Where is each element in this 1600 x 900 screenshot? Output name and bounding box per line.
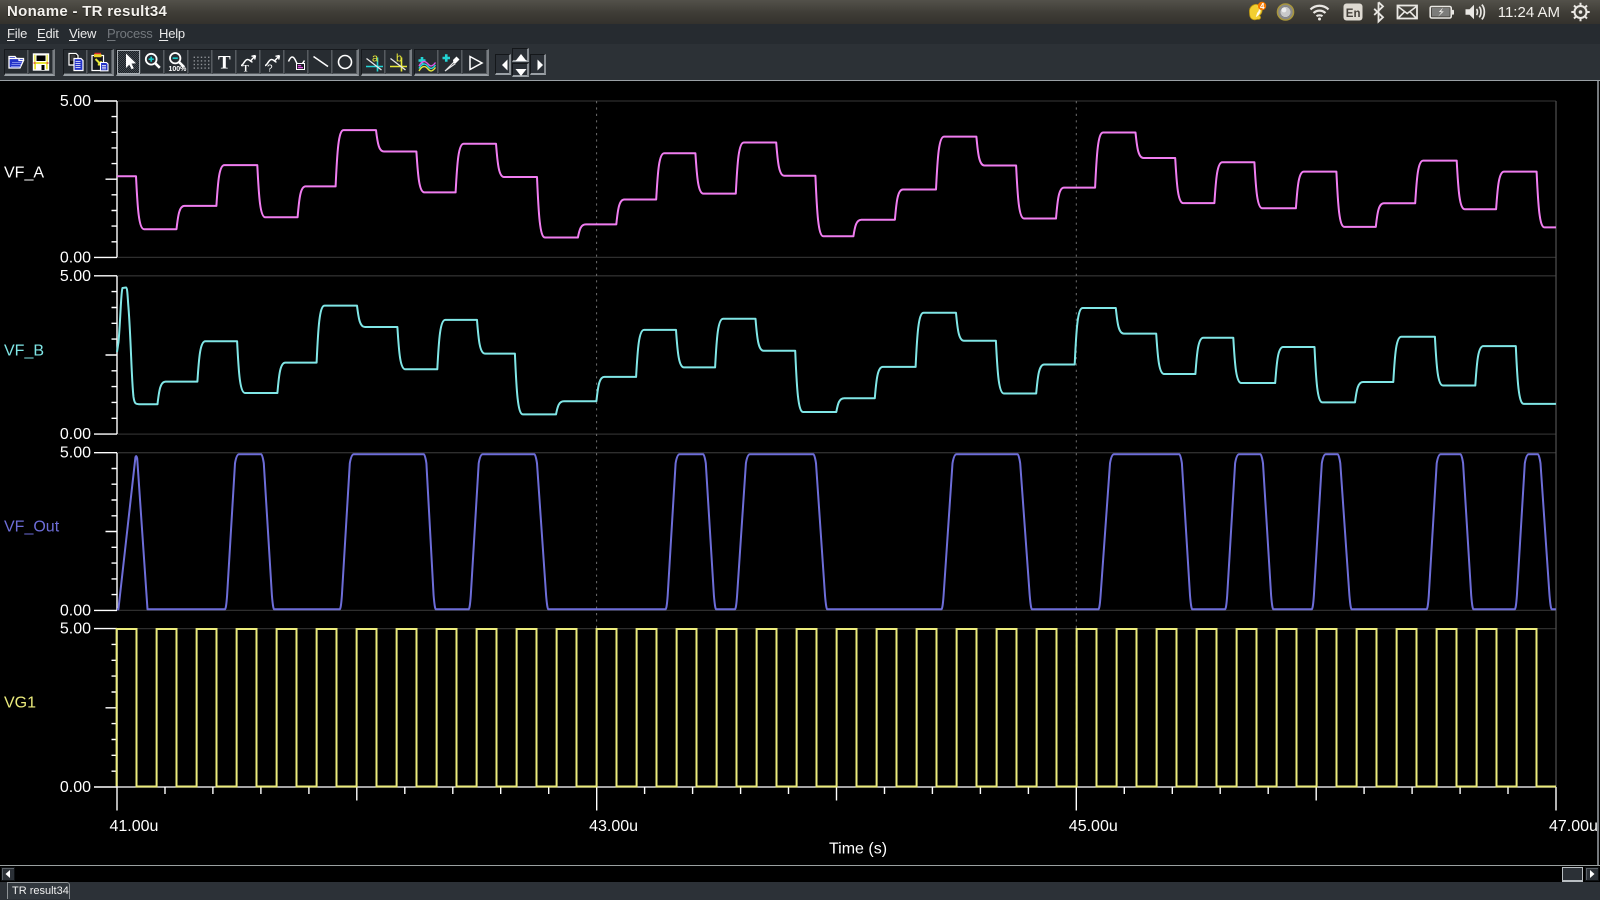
svg-text:0.00: 0.00 (60, 779, 91, 796)
svg-text:43.00u: 43.00u (589, 818, 638, 835)
svg-text:VF_Out: VF_Out (4, 519, 60, 536)
svg-text:4: 4 (1260, 2, 1265, 11)
svg-text:5.00: 5.00 (60, 93, 91, 110)
svg-text:Time (s): Time (s) (829, 841, 887, 858)
svg-text:0.00: 0.00 (60, 602, 91, 619)
svg-text:b: b (396, 53, 402, 65)
svg-text:a: a (372, 53, 379, 65)
svg-text:VF_B: VF_B (4, 343, 44, 360)
svg-text:VG1: VG1 (4, 695, 36, 712)
svg-text:100%: 100% (168, 66, 187, 72)
svg-text:0.00: 0.00 (60, 426, 91, 443)
svg-text:?: ? (267, 64, 273, 73)
svg-text:VF_A: VF_A (4, 165, 44, 182)
svg-text:45.00u: 45.00u (1069, 818, 1118, 835)
svg-text:5.00: 5.00 (60, 445, 91, 462)
svg-text:5.00: 5.00 (60, 621, 91, 638)
svg-text:T: T (218, 53, 231, 73)
svg-text:T: T (242, 65, 249, 73)
svg-text:47.00u: 47.00u (1549, 818, 1598, 835)
svg-text:41.00u: 41.00u (110, 818, 159, 835)
svg-text:5.00: 5.00 (60, 268, 91, 285)
svg-text:0.00: 0.00 (60, 249, 91, 266)
svg-text:En: En (1346, 8, 1361, 20)
